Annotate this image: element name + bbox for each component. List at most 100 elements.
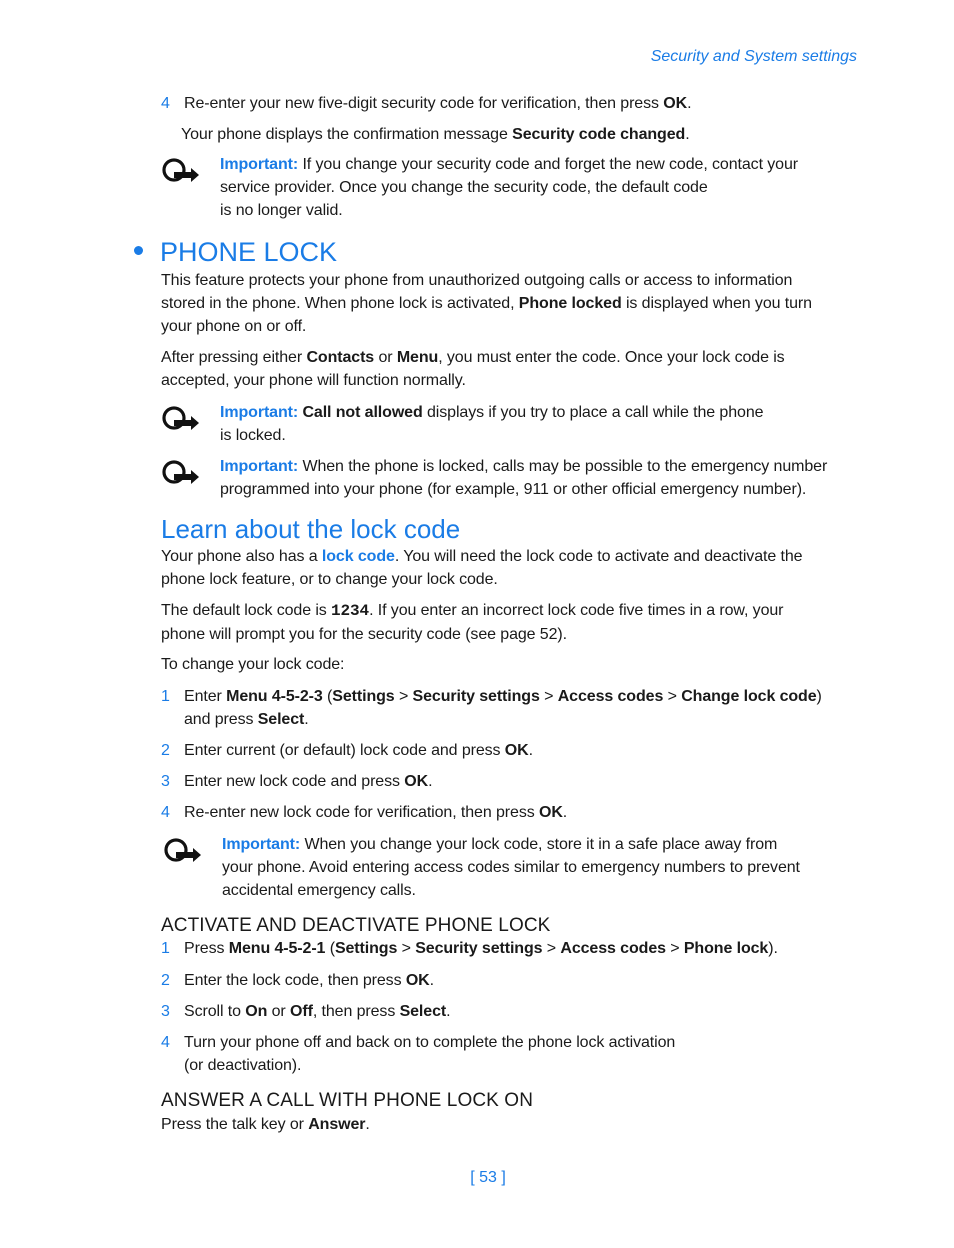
- note-text-line3: accidental emergency calls.: [222, 882, 416, 899]
- security-step-4: 4 Re-enter your new five-digit security …: [161, 92, 861, 115]
- step-text: .: [446, 1003, 451, 1020]
- step-text: .: [304, 711, 309, 728]
- note-text-line2: is locked.: [220, 427, 286, 444]
- answer-text-end: .: [365, 1116, 370, 1133]
- change-step-1: 1 Enter Menu 4-5-2-3 (Settings > Securit…: [161, 685, 861, 731]
- step-text: .: [428, 773, 433, 790]
- note-label: Important:: [220, 156, 299, 173]
- step-number: 4: [161, 95, 170, 112]
- note-text: If you change your security code and for…: [298, 156, 798, 173]
- confirmation-pre: Your phone displays the confirmation mes…: [181, 126, 513, 143]
- activate-heading: ACTIVATE AND DEACTIVATE PHONE LOCK: [161, 915, 551, 936]
- note-text: displays if you try to place a call whil…: [422, 404, 764, 421]
- step-key: OK: [663, 95, 688, 112]
- step-text: (: [325, 940, 335, 957]
- path-separator: >: [665, 940, 684, 957]
- phone-lock-intro: This feature protects your phone from un…: [161, 269, 861, 338]
- step-number: 4: [161, 804, 170, 821]
- menu-key: Menu: [396, 349, 439, 366]
- phone-lock-heading: PHONE LOCK: [130, 234, 337, 270]
- intro-line2: phone lock feature, or to change your lo…: [161, 571, 498, 588]
- para2-text-end: , you must enter the code. Once your loc…: [438, 349, 785, 366]
- menu-path-phone-lock: Phone lock: [683, 940, 769, 957]
- step-text: Turn your phone off and back on to compl…: [184, 1034, 676, 1051]
- section-header-title: Security and System settings: [650, 48, 857, 65]
- step-number: 3: [161, 1003, 170, 1020]
- important-note-1: Important: If you change your security c…: [161, 153, 861, 222]
- step-text-line2: (or deactivation).: [184, 1057, 302, 1074]
- activate-step-2: 2 Enter the lock code, then press OK.: [161, 969, 861, 992]
- phone-lock-para2: After pressing either Contacts or Menu, …: [161, 346, 861, 392]
- step-text: , then press: [312, 1003, 400, 1020]
- step-text: .: [562, 804, 568, 821]
- phone-lock-title: PHONE LOCK: [160, 237, 338, 267]
- important-note-3: Important: When the phone is locked, cal…: [161, 455, 881, 501]
- step-text: Scroll to: [184, 1003, 246, 1020]
- step-text: or: [267, 1003, 290, 1020]
- default-code-para: The default lock code is 1234. If you en…: [161, 599, 861, 646]
- menu-path-change-lock-code: Change lock code: [681, 688, 817, 705]
- bullet-icon: [134, 246, 143, 256]
- ok-key: OK: [504, 742, 529, 759]
- confirmation-message: Security code changed: [512, 126, 686, 143]
- intro-text-end: . You will need the lock code to activat…: [394, 548, 803, 565]
- lock-code-link[interactable]: lock code: [322, 548, 395, 565]
- step-text: Enter the lock code, then press: [184, 972, 406, 989]
- confirmation-post: .: [685, 126, 690, 143]
- off-option: Off: [290, 1003, 313, 1020]
- step-number: 3: [161, 773, 170, 790]
- important-note-2: Important: Call not allowed displays if …: [161, 401, 861, 447]
- step-text: Re-enter your new five-digit security co…: [184, 95, 664, 112]
- phone-locked-message: Phone locked: [518, 295, 622, 312]
- menu-shortcut: Menu 4-5-2-1: [228, 940, 326, 957]
- select-key: Select: [257, 711, 305, 728]
- activate-step-4: 4 Turn your phone off and back on to com…: [161, 1031, 861, 1077]
- call-not-allowed-message: Call not allowed: [298, 404, 423, 421]
- menu-path-access-codes: Access codes: [560, 940, 666, 957]
- change-step-2: 2 Enter current (or default) lock code a…: [161, 739, 861, 762]
- intro-line2-end: is displayed when you turn: [621, 295, 812, 312]
- confirmation-text: Your phone displays the confirmation mes…: [181, 123, 690, 146]
- note-label: Important:: [220, 404, 299, 421]
- step-text-end: .: [687, 95, 692, 112]
- important-note-icon: [161, 405, 205, 431]
- answer-text: Press the talk key or: [161, 1116, 309, 1133]
- step-text: (: [322, 688, 333, 705]
- step-number: 1: [161, 688, 170, 705]
- lock-code-heading: Learn about the lock code: [161, 514, 461, 544]
- step-text: Enter: [184, 688, 227, 705]
- page-number: [ 53 ]: [470, 1169, 506, 1186]
- change-step-4: 4 Re-enter new lock code for verificatio…: [161, 801, 861, 824]
- change-lock-code-intro: To change your lock code:: [161, 656, 345, 673]
- answer-call-heading: ANSWER A CALL WITH PHONE LOCK ON: [161, 1090, 534, 1111]
- path-separator: >: [539, 688, 558, 705]
- important-note-icon: [161, 157, 205, 183]
- intro-line3: your phone on or off.: [161, 318, 307, 335]
- path-separator: >: [663, 688, 682, 705]
- menu-path-security-settings: Security settings: [412, 688, 540, 705]
- important-note-icon: [163, 837, 207, 863]
- menu-path-security-settings: Security settings: [415, 940, 543, 957]
- answer-key: Answer: [308, 1116, 366, 1133]
- ok-key: OK: [405, 972, 430, 989]
- step-text: Re-enter new lock code for verification,…: [184, 804, 539, 821]
- path-separator: >: [394, 688, 413, 705]
- menu-path-settings: Settings: [334, 940, 398, 957]
- step-number: 2: [161, 742, 170, 759]
- menu-path-settings: Settings: [332, 688, 395, 705]
- step-text: .: [429, 972, 434, 989]
- activate-step-3: 3 Scroll to On or Off, then press Select…: [161, 1000, 861, 1023]
- note-text-line2: service provider. Once you change the se…: [220, 179, 708, 196]
- default-code-line2: phone will prompt you for the security c…: [161, 626, 567, 643]
- step-text: Enter current (or default) lock code and…: [184, 742, 505, 759]
- step-text: Enter new lock code and press: [184, 773, 405, 790]
- note-label: Important:: [220, 458, 299, 475]
- path-separator: >: [397, 940, 416, 957]
- intro-line1: This feature protects your phone from un…: [161, 272, 793, 289]
- ok-key: OK: [538, 804, 563, 821]
- on-option: On: [245, 1003, 268, 1020]
- activate-step-1: 1 Press Menu 4-5-2-1 (Settings > Securit…: [161, 937, 861, 960]
- default-code-text: The default lock code is: [161, 602, 332, 619]
- answer-call-text: Press the talk key or Answer.: [161, 1113, 861, 1136]
- step-number: 4: [161, 1034, 170, 1051]
